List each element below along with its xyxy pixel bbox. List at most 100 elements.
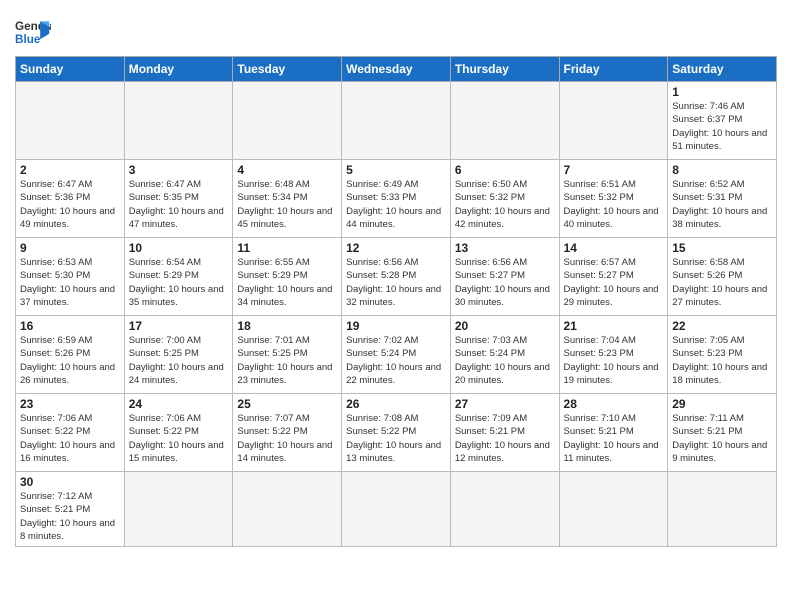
day-number: 21 (564, 319, 664, 333)
day-info: Sunrise: 7:01 AM Sunset: 5:25 PM Dayligh… (237, 334, 337, 387)
day-number: 4 (237, 163, 337, 177)
day-info: Sunrise: 7:46 AM Sunset: 6:37 PM Dayligh… (672, 100, 772, 153)
weekday-sunday: Sunday (16, 57, 125, 82)
calendar-cell: 2Sunrise: 6:47 AM Sunset: 5:36 PM Daylig… (16, 160, 125, 238)
day-number: 9 (20, 241, 120, 255)
day-info: Sunrise: 6:48 AM Sunset: 5:34 PM Dayligh… (237, 178, 337, 231)
day-number: 10 (129, 241, 229, 255)
day-info: Sunrise: 7:05 AM Sunset: 5:23 PM Dayligh… (672, 334, 772, 387)
calendar-cell: 12Sunrise: 6:56 AM Sunset: 5:28 PM Dayli… (342, 238, 451, 316)
calendar-cell: 21Sunrise: 7:04 AM Sunset: 5:23 PM Dayli… (559, 316, 668, 394)
week-row-5: 23Sunrise: 7:06 AM Sunset: 5:22 PM Dayli… (16, 394, 777, 472)
calendar-cell: 24Sunrise: 7:06 AM Sunset: 5:22 PM Dayli… (124, 394, 233, 472)
calendar-cell (342, 472, 451, 547)
calendar-cell: 4Sunrise: 6:48 AM Sunset: 5:34 PM Daylig… (233, 160, 342, 238)
day-info: Sunrise: 6:50 AM Sunset: 5:32 PM Dayligh… (455, 178, 555, 231)
day-number: 6 (455, 163, 555, 177)
calendar-cell: 14Sunrise: 6:57 AM Sunset: 5:27 PM Dayli… (559, 238, 668, 316)
day-info: Sunrise: 6:51 AM Sunset: 5:32 PM Dayligh… (564, 178, 664, 231)
calendar-cell: 23Sunrise: 7:06 AM Sunset: 5:22 PM Dayli… (16, 394, 125, 472)
day-number: 24 (129, 397, 229, 411)
calendar-table: SundayMondayTuesdayWednesdayThursdayFrid… (15, 56, 777, 547)
day-info: Sunrise: 6:59 AM Sunset: 5:26 PM Dayligh… (20, 334, 120, 387)
day-number: 17 (129, 319, 229, 333)
day-number: 29 (672, 397, 772, 411)
day-info: Sunrise: 6:49 AM Sunset: 5:33 PM Dayligh… (346, 178, 446, 231)
day-info: Sunrise: 6:47 AM Sunset: 5:36 PM Dayligh… (20, 178, 120, 231)
calendar-cell (124, 82, 233, 160)
calendar-cell: 27Sunrise: 7:09 AM Sunset: 5:21 PM Dayli… (450, 394, 559, 472)
day-info: Sunrise: 7:11 AM Sunset: 5:21 PM Dayligh… (672, 412, 772, 465)
day-info: Sunrise: 7:09 AM Sunset: 5:21 PM Dayligh… (455, 412, 555, 465)
day-info: Sunrise: 7:00 AM Sunset: 5:25 PM Dayligh… (129, 334, 229, 387)
weekday-thursday: Thursday (450, 57, 559, 82)
calendar-cell: 17Sunrise: 7:00 AM Sunset: 5:25 PM Dayli… (124, 316, 233, 394)
calendar-cell: 15Sunrise: 6:58 AM Sunset: 5:26 PM Dayli… (668, 238, 777, 316)
calendar-cell: 13Sunrise: 6:56 AM Sunset: 5:27 PM Dayli… (450, 238, 559, 316)
calendar-cell: 29Sunrise: 7:11 AM Sunset: 5:21 PM Dayli… (668, 394, 777, 472)
day-info: Sunrise: 7:06 AM Sunset: 5:22 PM Dayligh… (20, 412, 120, 465)
day-info: Sunrise: 6:52 AM Sunset: 5:31 PM Dayligh… (672, 178, 772, 231)
day-number: 12 (346, 241, 446, 255)
calendar-cell: 1Sunrise: 7:46 AM Sunset: 6:37 PM Daylig… (668, 82, 777, 160)
day-number: 7 (564, 163, 664, 177)
day-number: 8 (672, 163, 772, 177)
day-info: Sunrise: 7:08 AM Sunset: 5:22 PM Dayligh… (346, 412, 446, 465)
calendar-cell (124, 472, 233, 547)
calendar-cell: 22Sunrise: 7:05 AM Sunset: 5:23 PM Dayli… (668, 316, 777, 394)
calendar-cell (233, 82, 342, 160)
day-number: 30 (20, 475, 120, 489)
week-row-1: 1Sunrise: 7:46 AM Sunset: 6:37 PM Daylig… (16, 82, 777, 160)
page: General Blue SundayMondayTuesdayWednesda… (0, 0, 792, 557)
header: General Blue (15, 10, 777, 50)
calendar-cell (342, 82, 451, 160)
calendar-cell: 28Sunrise: 7:10 AM Sunset: 5:21 PM Dayli… (559, 394, 668, 472)
day-info: Sunrise: 7:10 AM Sunset: 5:21 PM Dayligh… (564, 412, 664, 465)
calendar-cell: 25Sunrise: 7:07 AM Sunset: 5:22 PM Dayli… (233, 394, 342, 472)
day-info: Sunrise: 7:12 AM Sunset: 5:21 PM Dayligh… (20, 490, 120, 543)
day-number: 26 (346, 397, 446, 411)
calendar-cell: 9Sunrise: 6:53 AM Sunset: 5:30 PM Daylig… (16, 238, 125, 316)
day-number: 11 (237, 241, 337, 255)
calendar-cell: 18Sunrise: 7:01 AM Sunset: 5:25 PM Dayli… (233, 316, 342, 394)
day-number: 14 (564, 241, 664, 255)
calendar-cell: 10Sunrise: 6:54 AM Sunset: 5:29 PM Dayli… (124, 238, 233, 316)
day-info: Sunrise: 7:03 AM Sunset: 5:24 PM Dayligh… (455, 334, 555, 387)
calendar-cell (450, 82, 559, 160)
day-info: Sunrise: 6:58 AM Sunset: 5:26 PM Dayligh… (672, 256, 772, 309)
calendar-cell (559, 82, 668, 160)
calendar-cell (559, 472, 668, 547)
week-row-2: 2Sunrise: 6:47 AM Sunset: 5:36 PM Daylig… (16, 160, 777, 238)
calendar-cell (450, 472, 559, 547)
day-number: 1 (672, 85, 772, 99)
day-info: Sunrise: 6:55 AM Sunset: 5:29 PM Dayligh… (237, 256, 337, 309)
svg-text:Blue: Blue (15, 33, 41, 46)
day-number: 19 (346, 319, 446, 333)
calendar-cell: 5Sunrise: 6:49 AM Sunset: 5:33 PM Daylig… (342, 160, 451, 238)
logo-icon: General Blue (15, 14, 51, 50)
weekday-header-row: SundayMondayTuesdayWednesdayThursdayFrid… (16, 57, 777, 82)
day-info: Sunrise: 6:57 AM Sunset: 5:27 PM Dayligh… (564, 256, 664, 309)
logo: General Blue (15, 14, 55, 50)
calendar-cell: 20Sunrise: 7:03 AM Sunset: 5:24 PM Dayli… (450, 316, 559, 394)
calendar-cell (668, 472, 777, 547)
day-info: Sunrise: 6:56 AM Sunset: 5:27 PM Dayligh… (455, 256, 555, 309)
day-number: 25 (237, 397, 337, 411)
calendar-cell: 6Sunrise: 6:50 AM Sunset: 5:32 PM Daylig… (450, 160, 559, 238)
day-info: Sunrise: 7:07 AM Sunset: 5:22 PM Dayligh… (237, 412, 337, 465)
calendar-cell (16, 82, 125, 160)
weekday-saturday: Saturday (668, 57, 777, 82)
day-number: 28 (564, 397, 664, 411)
day-number: 13 (455, 241, 555, 255)
calendar-cell: 30Sunrise: 7:12 AM Sunset: 5:21 PM Dayli… (16, 472, 125, 547)
day-number: 2 (20, 163, 120, 177)
weekday-friday: Friday (559, 57, 668, 82)
weekday-tuesday: Tuesday (233, 57, 342, 82)
week-row-3: 9Sunrise: 6:53 AM Sunset: 5:30 PM Daylig… (16, 238, 777, 316)
day-info: Sunrise: 6:47 AM Sunset: 5:35 PM Dayligh… (129, 178, 229, 231)
day-info: Sunrise: 7:02 AM Sunset: 5:24 PM Dayligh… (346, 334, 446, 387)
day-number: 22 (672, 319, 772, 333)
day-number: 15 (672, 241, 772, 255)
day-info: Sunrise: 7:06 AM Sunset: 5:22 PM Dayligh… (129, 412, 229, 465)
calendar-cell: 7Sunrise: 6:51 AM Sunset: 5:32 PM Daylig… (559, 160, 668, 238)
